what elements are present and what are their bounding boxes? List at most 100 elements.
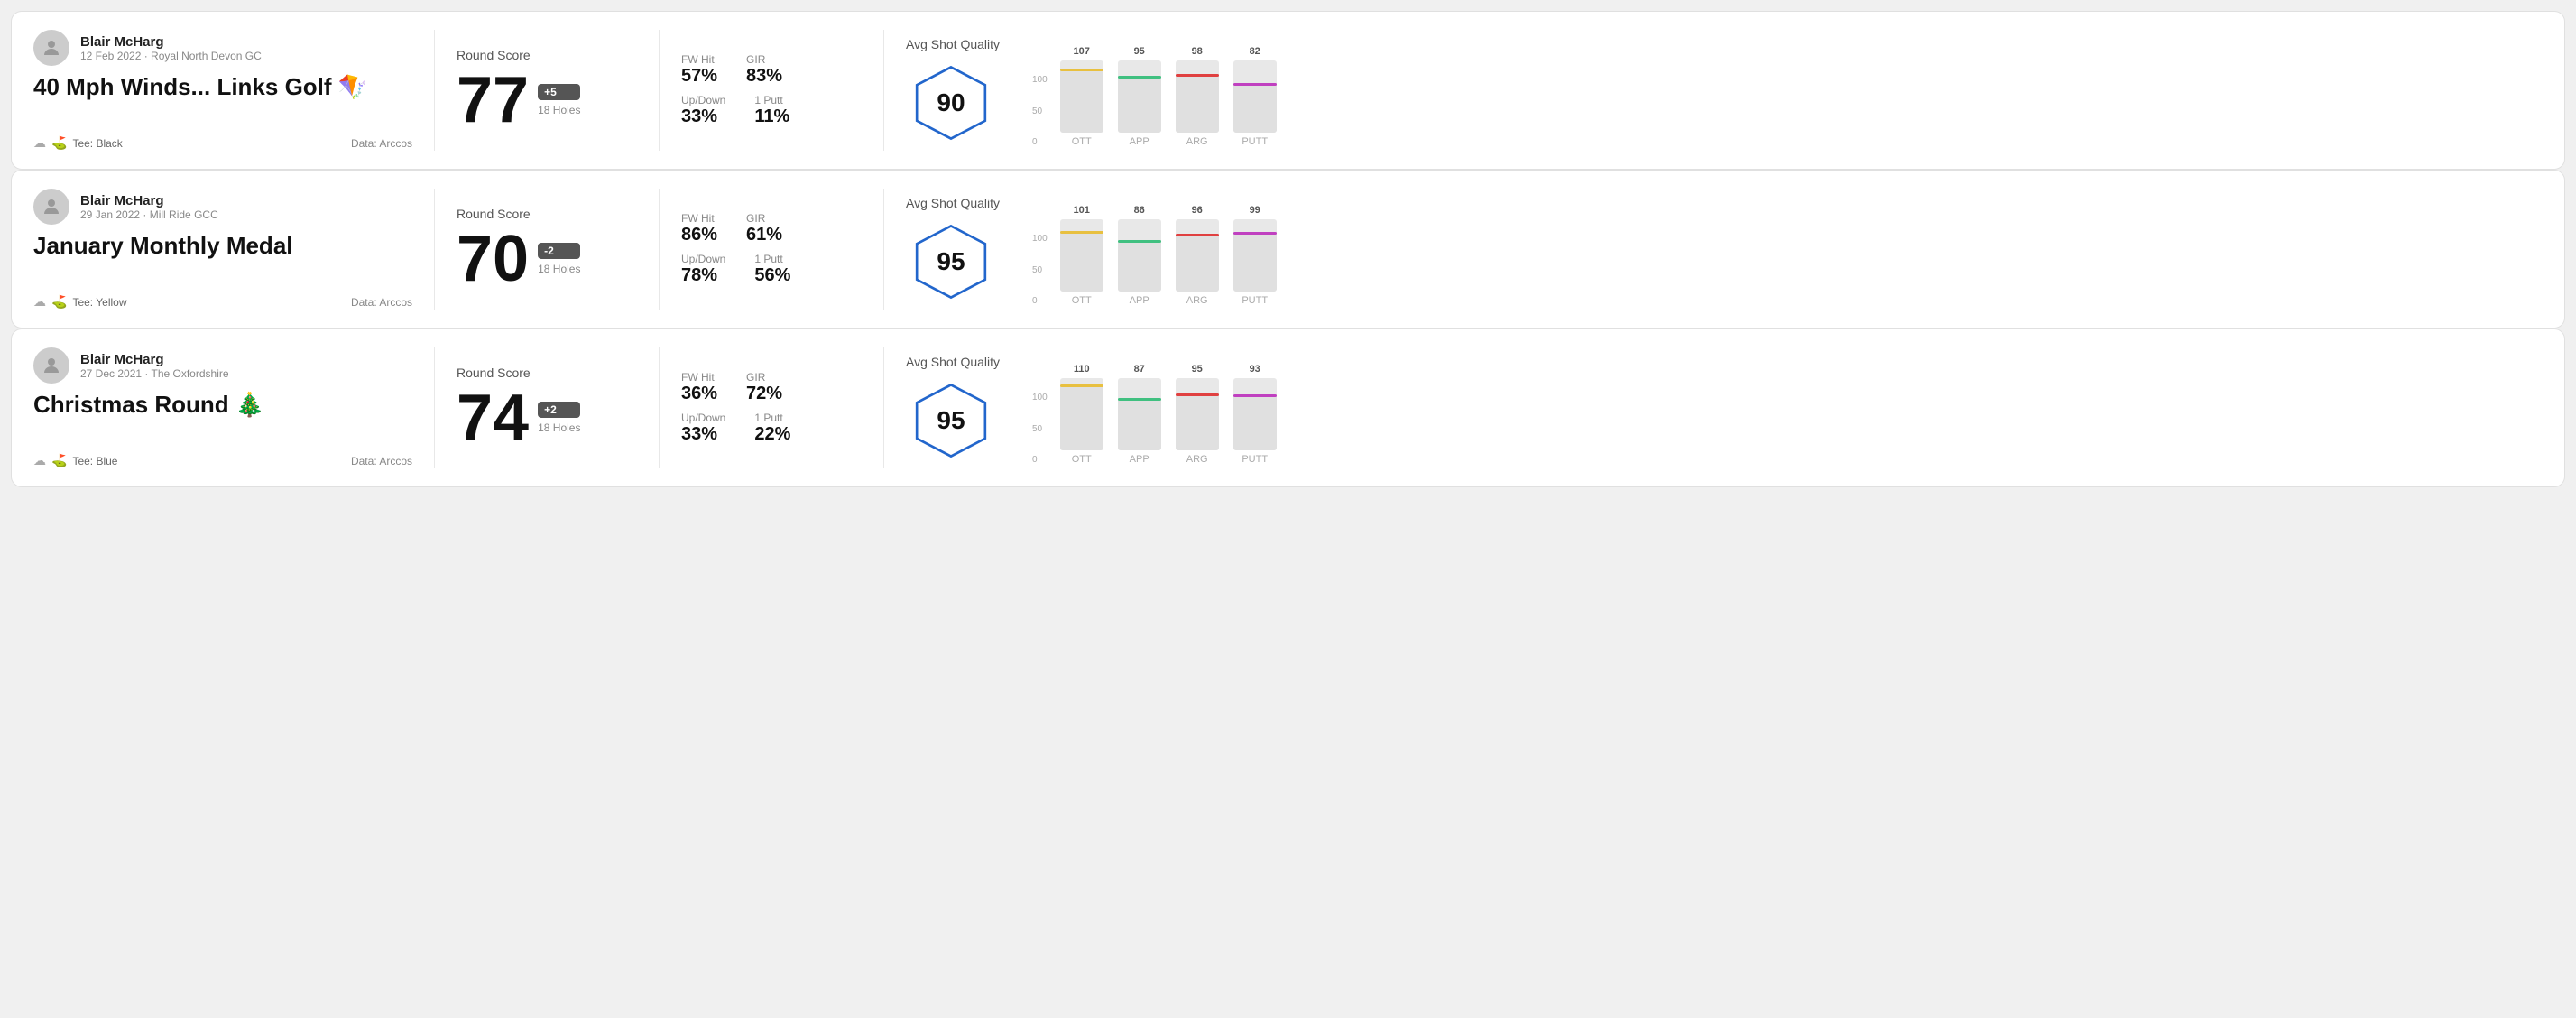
bar-group-ott: 110 OTT bbox=[1060, 364, 1103, 465]
up-down-value: 33% bbox=[681, 106, 725, 127]
scale-100: 100 bbox=[1032, 393, 1048, 403]
bar-value-putt: 93 bbox=[1250, 364, 1260, 375]
round-card-0: Blair McHarg 12 Feb 2022 · Royal North D… bbox=[11, 11, 2565, 170]
round-title: 40 Mph Winds... Links Golf 🪁 bbox=[33, 73, 412, 101]
bar-group-app: 87 APP bbox=[1118, 364, 1161, 465]
bar-label: APP bbox=[1130, 454, 1150, 465]
fw-hit-stat: FW Hit 86% bbox=[681, 212, 717, 245]
bottom-row: ☁ ⛳ Tee: Black Data: Arccos bbox=[33, 135, 412, 151]
up-down-stat: Up/Down 33% bbox=[681, 94, 725, 127]
bar-label: PUTT bbox=[1242, 295, 1268, 306]
tee-label: Tee: Blue bbox=[72, 455, 117, 467]
bar-line bbox=[1060, 384, 1103, 387]
tee-info: ☁ ⛳ Tee: Black bbox=[33, 135, 123, 151]
bar-wrapper bbox=[1176, 60, 1219, 133]
one-putt-label: 1 Putt bbox=[754, 412, 790, 424]
player-info: Blair McHarg 29 Jan 2022 · Mill Ride GCC bbox=[33, 189, 412, 225]
stat-row-top: FW Hit 57% GIR 83% bbox=[681, 53, 862, 87]
avatar bbox=[33, 30, 69, 66]
chart-scale: 100 50 0 bbox=[1032, 75, 1048, 147]
gir-stat: GIR 83% bbox=[746, 53, 782, 87]
score-diff-badge: -2 bbox=[538, 243, 580, 259]
bar-fill bbox=[1118, 76, 1161, 133]
quality-label: Avg Shot Quality bbox=[906, 196, 1000, 210]
score-diff-badge: +2 bbox=[538, 402, 580, 418]
one-putt-label: 1 Putt bbox=[754, 94, 789, 106]
bar-value-ott: 101 bbox=[1074, 205, 1090, 216]
player-name: Blair McHarg bbox=[80, 193, 218, 208]
bar-group-app: 86 APP bbox=[1118, 205, 1161, 306]
bottom-row: ☁ ⛳ Tee: Blue Data: Arccos bbox=[33, 453, 412, 468]
bar-line bbox=[1060, 69, 1103, 71]
stat-row-bottom: Up/Down 78% 1 Putt 56% bbox=[681, 253, 862, 286]
weather-icon: ☁ bbox=[33, 453, 46, 468]
divider-3 bbox=[883, 30, 884, 151]
bar-group-putt: 82 PUTT bbox=[1233, 46, 1277, 147]
stats-section: FW Hit 57% GIR 83% Up/Down 33% 1 Putt 11… bbox=[681, 30, 862, 151]
stat-row-bottom: Up/Down 33% 1 Putt 11% bbox=[681, 94, 862, 127]
tee-label: Tee: Black bbox=[72, 137, 122, 150]
bar-fill bbox=[1176, 393, 1219, 450]
score-section: Round Score 77 +5 18 Holes bbox=[457, 30, 637, 151]
bar-chart: 101 OTT 86 APP 96 bbox=[1051, 189, 1286, 306]
data-source: Data: Arccos bbox=[351, 296, 412, 309]
score-label: Round Score bbox=[457, 48, 637, 62]
gir-value: 83% bbox=[746, 66, 782, 87]
bar-label: ARG bbox=[1186, 295, 1208, 306]
quality-score: 90 bbox=[937, 88, 965, 117]
stats-section: FW Hit 36% GIR 72% Up/Down 33% 1 Putt 22… bbox=[681, 347, 862, 468]
bar-group-putt: 93 PUTT bbox=[1233, 364, 1277, 465]
fw-hit-stat: FW Hit 57% bbox=[681, 53, 717, 87]
divider-2 bbox=[659, 30, 660, 151]
player-date: 27 Dec 2021 · The Oxfordshire bbox=[80, 367, 229, 380]
score-row: 77 +5 18 Holes bbox=[457, 68, 637, 133]
bar-value-putt: 82 bbox=[1250, 46, 1260, 57]
bar-value-arg: 96 bbox=[1192, 205, 1203, 216]
scale-100: 100 bbox=[1032, 75, 1048, 85]
tee-label: Tee: Yellow bbox=[72, 296, 126, 309]
bar-wrapper bbox=[1118, 378, 1161, 450]
gir-stat: GIR 72% bbox=[746, 371, 782, 404]
bar-fill bbox=[1060, 231, 1103, 292]
tee-info: ☁ ⛳ Tee: Yellow bbox=[33, 294, 126, 310]
bar-chart-wrapper: 100 50 0 101 OTT 86 bbox=[1032, 189, 2543, 306]
bar-wrapper bbox=[1118, 60, 1161, 133]
bar-line bbox=[1118, 398, 1161, 401]
score-section: Round Score 70 -2 18 Holes bbox=[457, 189, 637, 310]
bar-wrapper bbox=[1233, 60, 1277, 133]
bar-fill bbox=[1176, 234, 1219, 292]
bar-wrapper bbox=[1233, 219, 1277, 292]
one-putt-value: 22% bbox=[754, 424, 790, 445]
scale-0: 0 bbox=[1032, 455, 1048, 465]
bar-fill bbox=[1118, 398, 1161, 450]
bar-label: APP bbox=[1130, 295, 1150, 306]
divider-3 bbox=[883, 347, 884, 468]
player-name: Blair McHarg bbox=[80, 352, 229, 367]
divider-1 bbox=[434, 189, 435, 310]
holes-label: 18 Holes bbox=[538, 421, 580, 434]
bar-wrapper bbox=[1176, 219, 1219, 292]
gir-stat: GIR 61% bbox=[746, 212, 782, 245]
divider-2 bbox=[659, 347, 660, 468]
score-number: 77 bbox=[457, 68, 529, 133]
divider-1 bbox=[434, 347, 435, 468]
left-section: Blair McHarg 27 Dec 2021 · The Oxfordshi… bbox=[33, 347, 412, 468]
bar-fill bbox=[1233, 83, 1277, 133]
fw-hit-value: 86% bbox=[681, 225, 717, 245]
up-down-label: Up/Down bbox=[681, 412, 725, 424]
round-title: Christmas Round 🎄 bbox=[33, 391, 412, 419]
left-section: Blair McHarg 29 Jan 2022 · Mill Ride GCC… bbox=[33, 189, 412, 310]
scale-0: 0 bbox=[1032, 296, 1048, 306]
bar-group-arg: 98 ARG bbox=[1176, 46, 1219, 147]
scale-50: 50 bbox=[1032, 424, 1048, 434]
stats-section: FW Hit 86% GIR 61% Up/Down 78% 1 Putt 56… bbox=[681, 189, 862, 310]
quality-label: Avg Shot Quality bbox=[906, 355, 1000, 369]
quality-section: Avg Shot Quality 90 bbox=[906, 30, 1032, 151]
bar-group-arg: 96 ARG bbox=[1176, 205, 1219, 306]
quality-score: 95 bbox=[937, 247, 965, 276]
score-number: 70 bbox=[457, 227, 529, 292]
bar-line bbox=[1233, 83, 1277, 86]
bar-fill bbox=[1060, 384, 1103, 450]
divider-3 bbox=[883, 189, 884, 310]
hexagon-container: 90 bbox=[906, 62, 996, 143]
